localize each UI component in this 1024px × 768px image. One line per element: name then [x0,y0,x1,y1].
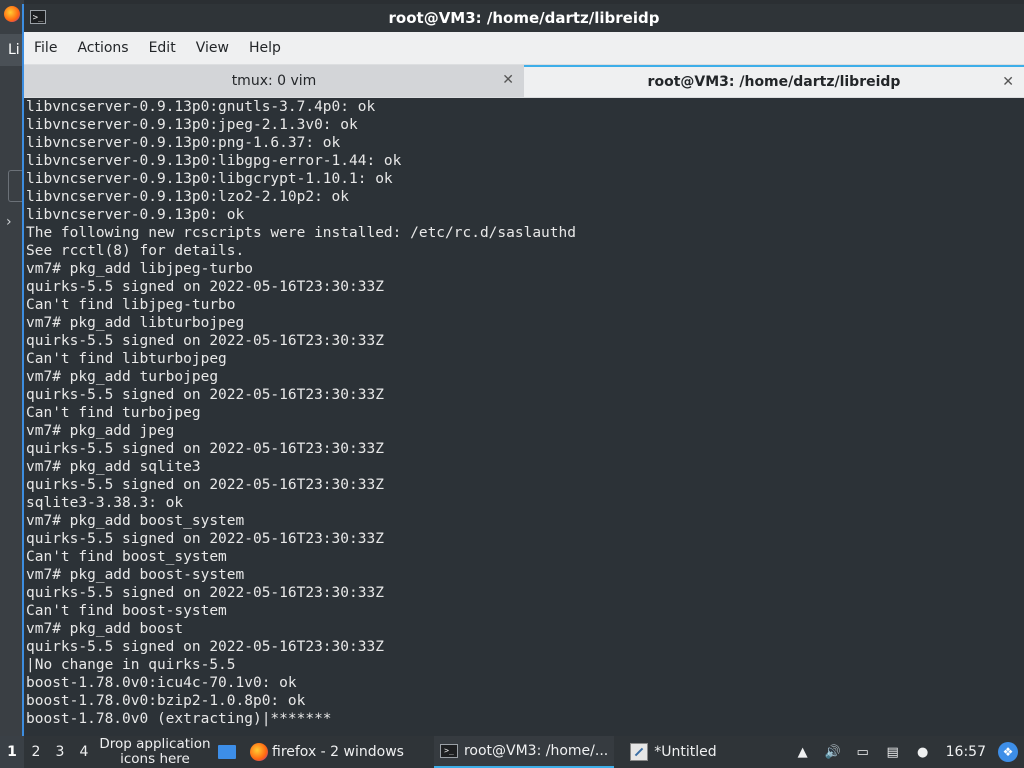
desktop-1[interactable]: 1 [0,736,24,768]
terminal-line: quirks-5.5 signed on 2022-05-16T23:30:33… [26,639,384,655]
terminal-line: vm7# pkg_add boost [26,621,184,637]
task-label: *Untitled [654,744,717,760]
close-icon[interactable]: ✕ [502,72,514,88]
terminal-line: quirks-5.5 signed on 2022-05-16T23:30:33… [26,387,384,403]
clock[interactable]: 16:57 [946,744,986,760]
task-label: root@VM3: /home/... [463,743,609,759]
terminal-line: quirks-5.5 signed on 2022-05-16T23:30:33… [26,477,384,493]
tab-label: root@VM3: /home/dartz/libreidp [647,74,901,90]
scrollbar[interactable] [1018,98,1024,736]
system-menu-icon[interactable]: ❖ [998,742,1018,762]
terminal-line: Can't find libjpeg-turbo [26,297,236,313]
terminal-output[interactable]: libvncserver-0.9.13p0:gnutls-3.7.4p0: ok… [24,98,1024,736]
terminal-line: boost-1.78.0v0 (extracting)|******* [26,711,332,727]
terminal-line: boost-1.78.0v0:bzip2-1.0.8p0: ok [26,693,306,709]
menu-view[interactable]: View [186,40,239,56]
terminal-line: Can't find boost_system [26,549,227,565]
terminal-line: quirks-5.5 signed on 2022-05-16T23:30:33… [26,531,384,547]
terminal-line: vm7# pkg_add jpeg [26,423,175,439]
terminal-line: libvncserver-0.9.13p0:libgpg-error-1.44:… [26,153,402,169]
background-tab[interactable]: Li [0,34,24,66]
firefox-icon [4,6,20,22]
quicklaunch-drop-hint: Drop application icons here [99,736,211,767]
terminal-line: libvncserver-0.9.13p0:lzo2-2.10p2: ok [26,189,350,205]
terminal-line: quirks-5.5 signed on 2022-05-16T23:30:33… [26,441,384,457]
firefox-icon [250,743,268,761]
window-title: root@VM3: /home/dartz/libreidp [388,9,660,27]
terminal-line: See rcctl(8) for details. [26,243,245,259]
taskbar: 1 2 3 4 Drop application icons here fire… [0,736,1024,768]
task-terminal[interactable]: >_ root@VM3: /home/... [433,736,615,768]
terminal-line: quirks-5.5 signed on 2022-05-16T23:30:33… [26,279,384,295]
desktop-2[interactable]: 2 [24,736,48,768]
terminal-line: vm7# pkg_add turbojpeg [26,369,219,385]
volume-icon[interactable]: 🔊 [824,743,842,761]
menu-bar: File Actions Edit View Help [24,32,1024,64]
terminal-line: Can't find libturbojpeg [26,351,227,367]
terminal-line: libvncserver-0.9.13p0:png-1.6.37: ok [26,135,341,151]
terminal-line: libvncserver-0.9.13p0:libgcrypt-1.10.1: … [26,171,393,187]
terminal-icon: >_ [439,744,458,758]
show-desktop-icon[interactable] [218,745,236,759]
network-icon[interactable]: ▭ [854,743,872,761]
terminal-line: libvncserver-0.9.13p0:jpeg-2.1.3v0: ok [26,117,358,133]
background-window[interactable]: Li › [0,0,25,736]
terminal-line: vm7# pkg_add libjpeg-turbo [26,261,253,277]
terminal-line: |No change in quirks-5.5 [26,657,236,673]
desktop-3[interactable]: 3 [48,736,72,768]
tab-tmux[interactable]: tmux: 0 vim ✕ [24,65,524,97]
desktop-4[interactable]: 4 [72,736,96,768]
terminal-window: >_ root@VM3: /home/dartz/libreidp File A… [22,4,1024,736]
close-icon[interactable]: ✕ [1002,74,1014,90]
terminal-line: vm7# pkg_add boost_system [26,513,245,529]
clipboard-icon[interactable]: ▤ [884,743,902,761]
terminal-line: Can't find turbojpeg [26,405,201,421]
terminal-line: boost-1.78.0v0:icu4c-70.1v0: ok [26,675,297,691]
terminal-line: libvncserver-0.9.13p0: ok [26,207,245,223]
tab-bar: tmux: 0 vim ✕ root@VM3: /home/dartz/libr… [24,64,1024,98]
chevron-right-icon[interactable]: › [6,214,12,230]
terminal-line: The following new rcscripts were install… [26,225,576,241]
terminal-line: quirks-5.5 signed on 2022-05-16T23:30:33… [26,333,384,349]
terminal-line: Can't find boost-system [26,603,227,619]
menu-file[interactable]: File [24,40,67,56]
menu-actions[interactable]: Actions [67,40,138,56]
terminal-line: libvncserver-0.9.13p0:gnutls-3.7.4p0: ok [26,99,376,115]
tab-label: tmux: 0 vim [231,73,317,89]
menu-edit[interactable]: Edit [139,40,186,56]
task-text-editor[interactable]: *Untitled [624,736,722,768]
terminal-line: vm7# pkg_add libturbojpeg [26,315,245,331]
terminal-line: vm7# pkg_add boost-system [26,567,245,583]
terminal-line: quirks-5.5 signed on 2022-05-16T23:30:33… [26,585,384,601]
tab-root-terminal[interactable]: root@VM3: /home/dartz/libreidp ✕ [524,65,1024,97]
task-label: firefox - 2 windows [272,744,404,760]
text-editor-icon [630,743,649,761]
title-bar[interactable]: >_ root@VM3: /home/dartz/libreidp [24,4,1024,32]
upload-icon[interactable]: ▲ [794,743,812,761]
notification-icon[interactable]: ● [914,743,932,761]
terminal-line: vm7# pkg_add sqlite3 [26,459,201,475]
system-tray: ▲ 🔊 ▭ ▤ ● 16:57 ❖ [788,736,1024,768]
terminal-line: sqlite3-3.38.3: ok [26,495,184,511]
menu-help[interactable]: Help [239,40,291,56]
task-firefox[interactable]: firefox - 2 windows [244,736,410,768]
